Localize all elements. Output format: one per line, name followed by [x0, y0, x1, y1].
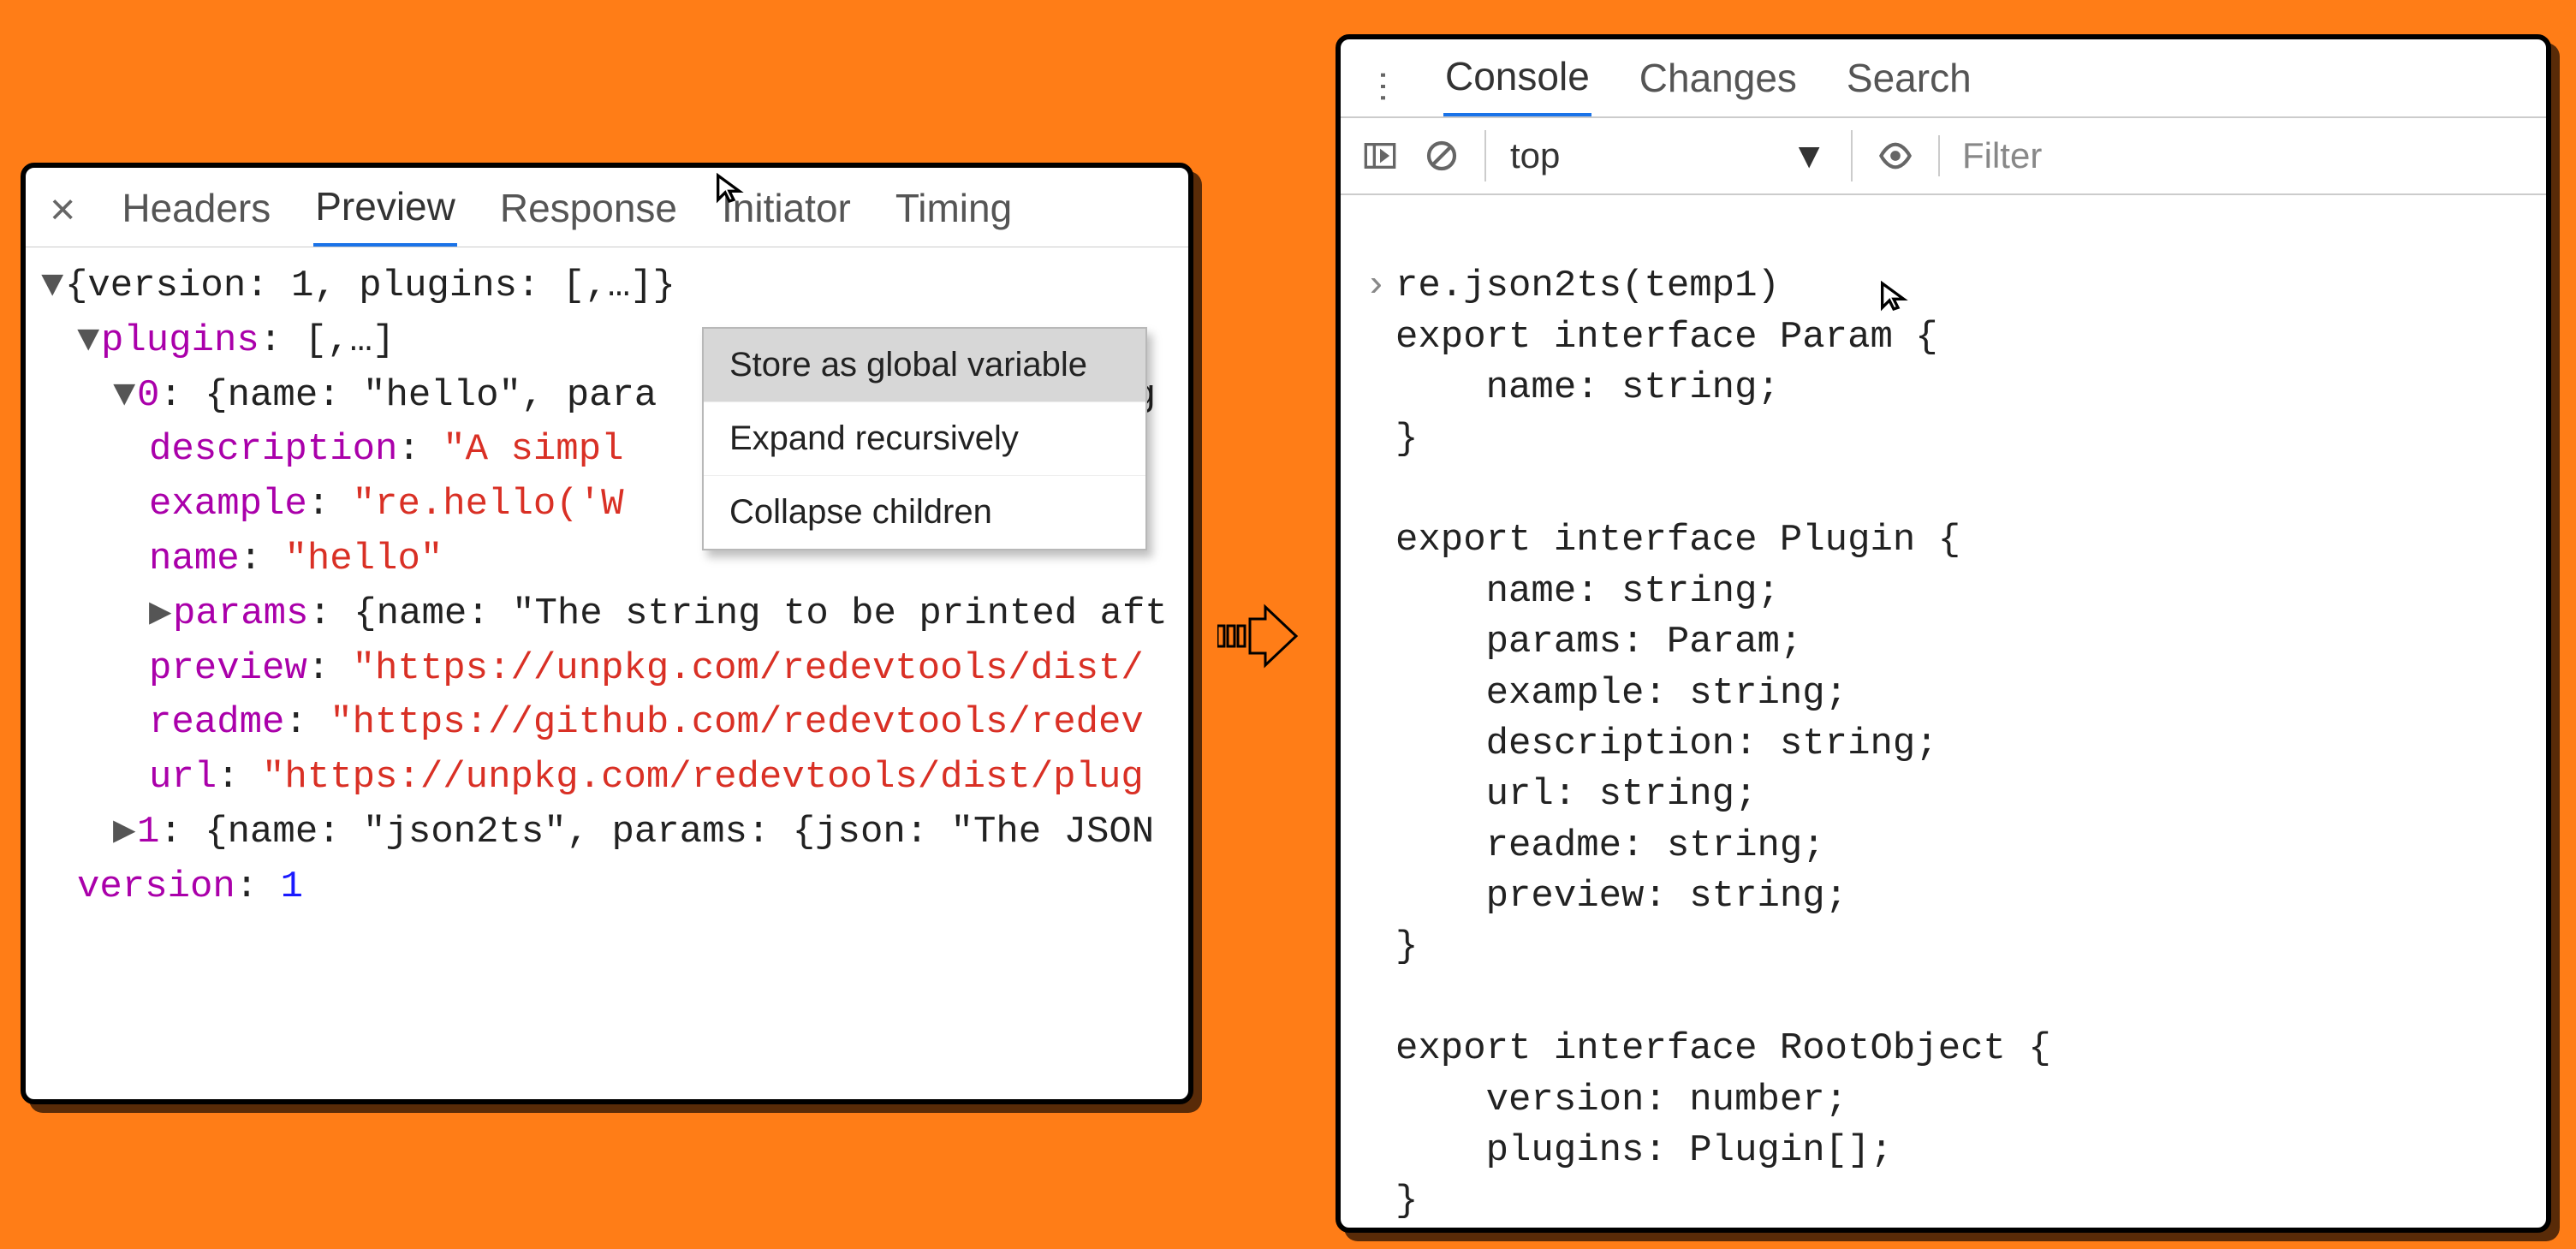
network-preview-panel: × Headers Preview Response Initiator Tim… [21, 163, 1193, 1104]
network-tabbar: × Headers Preview Response Initiator Tim… [26, 168, 1188, 247]
flow-arrow-icon [1217, 599, 1300, 687]
clear-console-icon[interactable] [1423, 137, 1461, 175]
live-expression-icon[interactable] [1877, 137, 1914, 175]
console-result: export interface Param { name: string; }… [1365, 312, 2522, 1228]
console-output[interactable]: ›re.json2ts(temp1) export interface Para… [1341, 195, 2546, 1233]
chevron-down-icon: ▼ [1791, 135, 1827, 176]
ctx-collapse-children[interactable]: Collapse children [704, 476, 1145, 549]
console-filter-input[interactable]: Filter [1938, 135, 2525, 176]
context-menu: Store as global variable Expand recursiv… [702, 327, 1147, 550]
console-prompt-icon: › [1365, 261, 1395, 312]
kebab-menu-icon[interactable]: ⋯ [1360, 69, 1403, 100]
tab-response[interactable]: Response [498, 185, 679, 245]
execution-context-label: top [1510, 135, 1560, 176]
ctx-store-global[interactable]: Store as global variable [704, 329, 1145, 402]
console-toolbar: top ▼ Filter [1341, 118, 2546, 195]
tab-initiator[interactable]: Initiator [720, 185, 853, 245]
tab-headers[interactable]: Headers [120, 185, 272, 245]
ctx-expand-recursively[interactable]: Expand recursively [704, 402, 1145, 476]
console-command: re.json2ts(temp1) [1395, 265, 1780, 307]
tab-timing[interactable]: Timing [894, 185, 1014, 245]
tab-preview[interactable]: Preview [313, 183, 457, 247]
tab-changes[interactable]: Changes [1638, 55, 1799, 115]
console-drawer-panel: ⋯ Console Changes Search top ▼ Filter ›r [1336, 34, 2551, 1233]
drawer-tabbar: ⋯ Console Changes Search [1341, 39, 2546, 118]
tab-console[interactable]: Console [1443, 53, 1591, 116]
tab-search[interactable]: Search [1845, 55, 1973, 115]
console-sidebar-toggle-icon[interactable] [1361, 137, 1399, 175]
close-icon[interactable]: × [46, 184, 79, 246]
execution-context-selector[interactable]: top ▼ [1484, 130, 1853, 181]
